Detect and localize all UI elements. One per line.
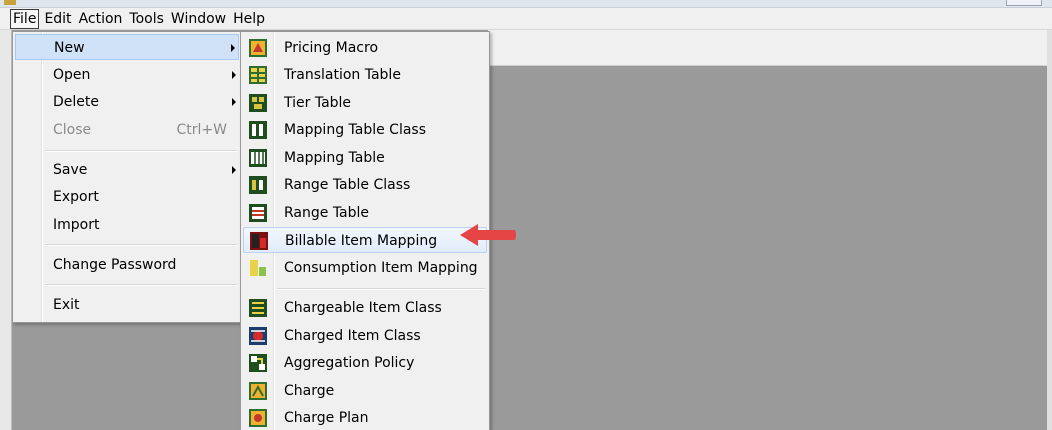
mapping-table-icon	[249, 149, 267, 167]
scrollbar[interactable]	[1047, 30, 1052, 430]
menu-file[interactable]: File	[10, 8, 40, 29]
file-menu-change-password-label: Change Password	[53, 257, 177, 273]
new-menu-pricing-macro[interactable]: Pricing Macro	[243, 35, 487, 61]
new-submenu: Pricing Macro Translation Table Tier Tab…	[240, 31, 490, 430]
file-menu-new-label: New	[54, 40, 85, 56]
translation-table-icon	[249, 66, 267, 84]
billable-item-mapping-icon	[250, 232, 268, 250]
file-menu-import[interactable]: Import	[15, 212, 239, 238]
menu-help[interactable]: Help	[231, 9, 267, 29]
file-menu-delete-label: Delete	[53, 94, 99, 110]
file-menu-export-label: Export	[53, 189, 99, 205]
consumption-item-mapping-icon	[249, 259, 267, 277]
new-menu-mapping-table[interactable]: Mapping Table	[243, 145, 487, 171]
file-menu-close[interactable]: Close Ctrl+W	[15, 117, 239, 143]
new-menu-mapping-table-class[interactable]: Mapping Table Class	[243, 117, 487, 143]
file-menu-change-password[interactable]: Change Password	[15, 252, 239, 278]
new-menu-chargeable-item-class[interactable]: Chargeable Item Class	[243, 295, 487, 321]
file-menu-open-label: Open	[53, 67, 91, 83]
menu-window[interactable]: Window	[169, 9, 228, 29]
menu-separator	[45, 244, 237, 246]
red-pointer-arrow-icon	[460, 224, 516, 246]
new-menu-item-label: Charge Plan	[284, 410, 369, 426]
file-menu-close-label: Close	[53, 122, 92, 138]
charge-icon	[249, 382, 267, 400]
new-menu-aggregation-policy[interactable]: Aggregation Policy	[243, 350, 487, 376]
new-menu-charge-plan[interactable]: Charge Plan	[243, 405, 487, 430]
left-panel	[0, 30, 12, 430]
aggregation-policy-icon	[249, 354, 267, 372]
new-menu-item-label: Charged Item Class	[284, 328, 421, 344]
new-menu-item-label: Mapping Table	[284, 150, 385, 166]
file-menu: New Open Delete Close Ctrl+W Save Export…	[12, 31, 242, 323]
range-table-class-icon	[249, 176, 267, 194]
new-menu-translation-table[interactable]: Translation Table	[243, 62, 487, 88]
new-menu-consumption-item-mapping[interactable]: Consumption Item Mapping	[243, 255, 487, 281]
new-menu-charge[interactable]: Charge	[243, 378, 487, 404]
charge-plan-icon	[249, 409, 267, 427]
new-menu-item-label: Range Table Class	[284, 177, 411, 193]
new-menu-item-label: Billable Item Mapping	[285, 233, 438, 249]
new-menu-charged-item-class[interactable]: Charged Item Class	[243, 323, 487, 349]
file-menu-new[interactable]: New	[15, 34, 239, 60]
menu-bar: File Edit Action Tools Window Help	[0, 8, 1052, 30]
new-menu-item-label: Aggregation Policy	[284, 355, 415, 371]
file-menu-save-label: Save	[53, 162, 88, 178]
new-menu-item-label: Charge	[284, 383, 335, 399]
new-menu-item-label: Pricing Macro	[284, 40, 379, 56]
new-menu-billable-item-mapping[interactable]: Billable Item Mapping	[243, 227, 487, 253]
new-menu-range-table[interactable]: Range Table	[243, 200, 487, 226]
range-table-icon	[249, 204, 267, 222]
submenu-arrow-icon	[232, 98, 236, 106]
menu-separator	[45, 284, 237, 286]
file-menu-save[interactable]: Save	[15, 157, 239, 183]
app-logo-icon	[4, 0, 16, 5]
menu-tools[interactable]: Tools	[127, 9, 166, 29]
new-menu-item-label: Consumption Item Mapping	[284, 260, 478, 276]
submenu-arrow-icon	[231, 44, 235, 52]
charged-item-class-icon	[249, 327, 267, 345]
menu-separator	[45, 150, 237, 152]
new-menu-item-label: Tier Table	[284, 95, 352, 111]
file-menu-exit[interactable]: Exit	[15, 292, 239, 318]
pricing-macro-icon	[249, 39, 267, 57]
file-menu-open[interactable]: Open	[15, 62, 239, 88]
file-menu-import-label: Import	[53, 217, 100, 233]
new-menu-item-label: Mapping Table Class	[284, 122, 427, 138]
window-close-button[interactable]	[1006, 0, 1042, 6]
new-menu-item-label: Translation Table	[284, 67, 401, 83]
toolbar-strip	[488, 30, 1052, 66]
chargeable-item-class-icon	[249, 299, 267, 317]
tier-table-icon	[249, 94, 267, 112]
menu-action[interactable]: Action	[77, 9, 125, 29]
new-menu-item-label: Range Table	[284, 205, 370, 221]
title-bar	[0, 0, 1052, 8]
new-menu-range-table-class[interactable]: Range Table Class	[243, 172, 487, 198]
menu-edit[interactable]: Edit	[42, 9, 73, 29]
file-menu-delete[interactable]: Delete	[15, 89, 239, 115]
new-menu-tier-table[interactable]: Tier Table	[243, 90, 487, 116]
mapping-table-class-icon	[249, 121, 267, 139]
file-menu-exit-label: Exit	[53, 297, 80, 313]
submenu-arrow-icon	[232, 166, 236, 174]
submenu-arrow-icon	[232, 71, 236, 79]
close-shortcut: Ctrl+W	[176, 122, 227, 138]
file-menu-export[interactable]: Export	[15, 184, 239, 210]
new-menu-item-label: Chargeable Item Class	[284, 300, 442, 316]
menu-separator	[277, 288, 485, 290]
